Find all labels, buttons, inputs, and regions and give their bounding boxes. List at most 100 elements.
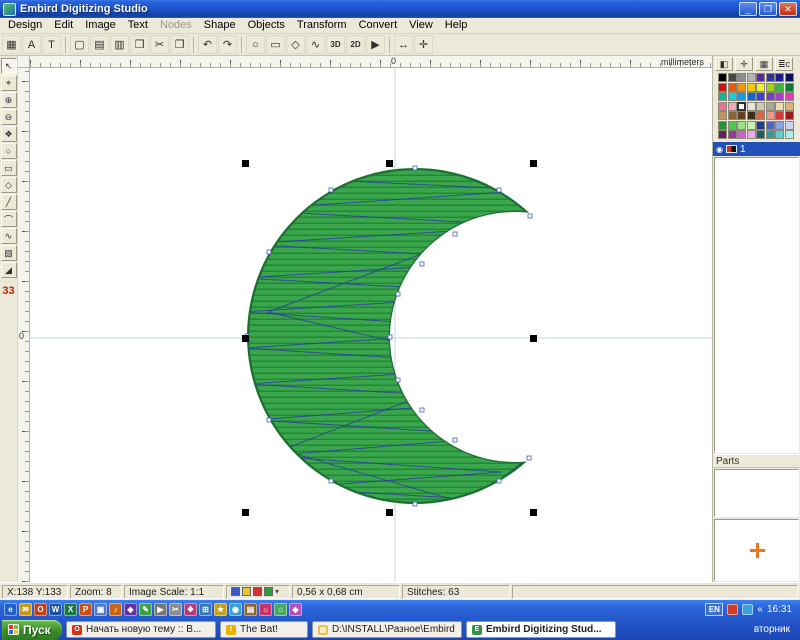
object-list[interactable]	[714, 157, 799, 453]
zoom-in-tool[interactable]: ⊕	[1, 92, 17, 108]
color-swatch[interactable]	[785, 121, 794, 130]
selection-handle[interactable]	[386, 160, 393, 167]
quick-launch-icon-5[interactable]: X	[64, 603, 77, 616]
undo-icon[interactable]: ↶	[198, 35, 217, 54]
color-swatch[interactable]	[747, 83, 756, 92]
quick-launch-icon-12[interactable]: ✂	[169, 603, 182, 616]
menu-item-objects[interactable]: Objects	[242, 18, 291, 33]
node-tool[interactable]: ⌖	[1, 75, 17, 91]
task-button-2[interactable]: !The Bat!	[220, 621, 308, 638]
color-swatch[interactable]	[766, 121, 775, 130]
color-swatch[interactable]	[756, 73, 765, 82]
fill-tool[interactable]: ▧	[1, 245, 17, 261]
color-swatch[interactable]	[756, 102, 765, 111]
color-swatch[interactable]	[718, 92, 727, 101]
color-swatch[interactable]	[756, 92, 765, 101]
menu-item-convert[interactable]: Convert	[353, 18, 404, 33]
color-swatch[interactable]	[737, 83, 746, 92]
color-swatch[interactable]	[718, 121, 727, 130]
color-swatch[interactable]	[785, 73, 794, 82]
visibility-icon[interactable]: ◉	[716, 145, 723, 154]
app-icon[interactable]	[3, 3, 16, 16]
color-swatch[interactable]	[728, 121, 737, 130]
color-swatch[interactable]	[766, 130, 775, 139]
color-swatch[interactable]	[785, 92, 794, 101]
thread-catalog-button[interactable]: ◧	[715, 57, 733, 71]
quick-launch-icon-15[interactable]: ★	[214, 603, 227, 616]
color-swatch[interactable]	[775, 92, 784, 101]
quick-launch-icon-6[interactable]: P	[79, 603, 92, 616]
menu-item-transform[interactable]: Transform	[291, 18, 353, 33]
ellipse-icon[interactable]: ○	[246, 35, 265, 54]
wave-icon[interactable]: ∿	[306, 35, 325, 54]
quick-launch-icon-1[interactable]: e	[4, 603, 17, 616]
quick-launch-icon-10[interactable]: ✎	[139, 603, 152, 616]
grid-icon[interactable]: ▦	[2, 35, 21, 54]
color-swatch[interactable]	[728, 92, 737, 101]
color-swatch[interactable]	[718, 111, 727, 120]
color-swatch[interactable]	[775, 111, 784, 120]
quick-launch-icon-8[interactable]: ♪	[109, 603, 122, 616]
color-swatch[interactable]	[728, 130, 737, 139]
add-color-button[interactable]: ✛	[735, 57, 753, 71]
quick-launch-icon-18[interactable]: ☼	[259, 603, 272, 616]
color-swatch[interactable]	[718, 130, 727, 139]
color-swatch[interactable]	[737, 92, 746, 101]
task-button-1[interactable]: OНачать новую тему :: В...	[66, 621, 216, 638]
language-indicator[interactable]: EN	[705, 603, 723, 616]
copy-icon[interactable]: ❐	[170, 35, 189, 54]
selection-handle[interactable]	[242, 160, 249, 167]
color-swatch[interactable]	[737, 102, 746, 111]
quick-launch-icon-7[interactable]: ▣	[94, 603, 107, 616]
color-swatch[interactable]	[756, 121, 765, 130]
color-swatch[interactable]	[737, 130, 746, 139]
rect-icon[interactable]: ▭	[266, 35, 285, 54]
polygon-icon[interactable]: ◇	[286, 35, 305, 54]
simulate-icon[interactable]: ▶	[366, 35, 385, 54]
view-2d-button[interactable]: 2D	[346, 35, 365, 54]
text-t-icon[interactable]: T	[42, 35, 61, 54]
quick-launch-icon-17[interactable]: ▤	[244, 603, 257, 616]
select-tool[interactable]: ↖	[1, 58, 17, 74]
color-swatch[interactable]	[785, 102, 794, 111]
tray-icon[interactable]	[727, 604, 738, 615]
menu-item-edit[interactable]: Edit	[48, 18, 79, 33]
menu-item-help[interactable]: Help	[439, 18, 474, 33]
menu-item-view[interactable]: View	[403, 18, 439, 33]
palette-config-button[interactable]: ≣c	[775, 57, 793, 71]
color-swatch[interactable]	[775, 121, 784, 130]
color-swatch[interactable]	[775, 102, 784, 111]
color-swatch[interactable]	[756, 130, 765, 139]
color-swatch[interactable]	[747, 92, 756, 101]
color-swatch[interactable]	[747, 102, 756, 111]
view-color-indicators[interactable]: ▾	[226, 585, 290, 599]
tray-chevron-icon[interactable]: «	[757, 604, 763, 615]
rect-tool[interactable]: ▭	[1, 160, 17, 176]
menu-item-image[interactable]: Image	[79, 18, 122, 33]
ellipse-tool[interactable]: ○	[1, 143, 17, 159]
minimize-button[interactable]: _	[739, 2, 757, 16]
cut-icon[interactable]: ✂	[150, 35, 169, 54]
color-swatch[interactable]	[766, 92, 775, 101]
quick-launch-icon-9[interactable]: ◈	[124, 603, 137, 616]
color-swatch[interactable]	[737, 73, 746, 82]
center-icon[interactable]: ✛	[414, 35, 433, 54]
menu-item-design[interactable]: Design	[2, 18, 48, 33]
selection-handle[interactable]	[530, 160, 537, 167]
selection-handle[interactable]	[530, 509, 537, 516]
color-swatch[interactable]	[775, 73, 784, 82]
color-swatch[interactable]	[747, 111, 756, 120]
menu-item-text[interactable]: Text	[122, 18, 154, 33]
close-button[interactable]: ✕	[779, 2, 797, 16]
quick-launch-icon-2[interactable]: ✉	[19, 603, 32, 616]
color-swatch[interactable]	[766, 102, 775, 111]
selection-handle[interactable]	[242, 509, 249, 516]
measure-icon[interactable]: ↔	[394, 35, 413, 54]
save-icon[interactable]: ▥	[110, 35, 129, 54]
start-button[interactable]: Пуск	[2, 620, 62, 640]
color-swatch[interactable]	[775, 83, 784, 92]
color-swatch[interactable]	[775, 130, 784, 139]
quick-launch-icon-13[interactable]: ❖	[184, 603, 197, 616]
quick-launch-icon-3[interactable]: O	[34, 603, 47, 616]
line-tool[interactable]: ╱	[1, 194, 17, 210]
